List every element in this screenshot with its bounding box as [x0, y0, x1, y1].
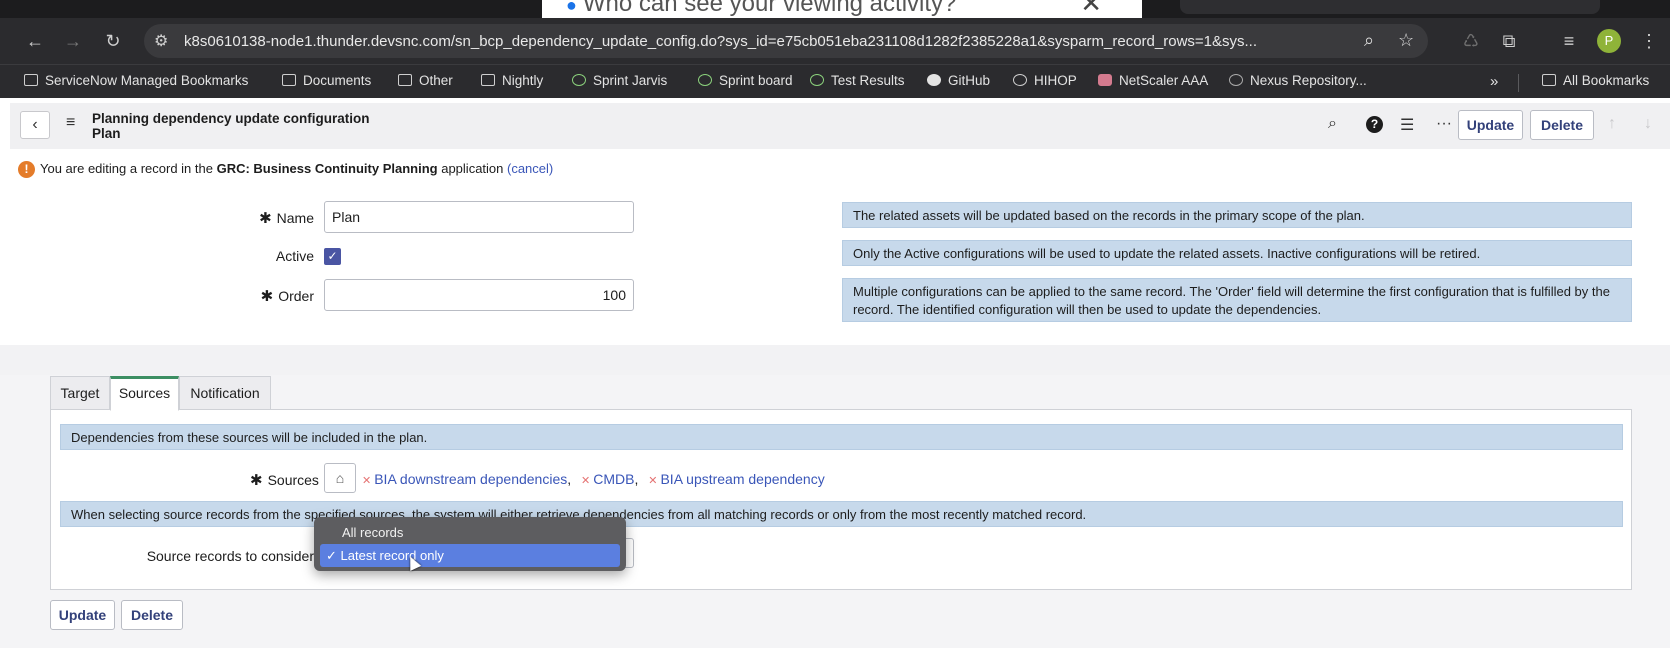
page-title: Planning dependency update configuration… — [92, 111, 370, 141]
more-vertical-icon[interactable]: ⋮ — [1636, 28, 1662, 54]
order-hint: Multiple configurations can be applied t… — [842, 278, 1632, 322]
reading-list-icon[interactable]: ≡ — [1556, 28, 1582, 54]
required-icon: ✱ — [259, 210, 272, 227]
lock-icon — [1098, 74, 1112, 86]
github-icon — [927, 74, 941, 86]
selection-info: When selecting source records from the s… — [60, 501, 1623, 527]
footer-delete-button[interactable]: Delete — [121, 600, 183, 630]
folder-icon — [398, 74, 412, 86]
bookmark-nightly[interactable]: Nightly — [481, 73, 543, 88]
site-settings-icon[interactable]: ⚙ — [154, 31, 168, 51]
lock-icon: ⌂ — [335, 470, 345, 486]
url-text[interactable]: k8s0610138-node1.thunder.devsnc.com/sn_b… — [184, 33, 1257, 50]
popup-text: Who can see your viewing activity? — [582, 0, 957, 17]
bookmark-managed[interactable]: ServiceNow Managed Bookmarks — [24, 73, 248, 88]
tab-target[interactable]: Target — [50, 376, 110, 410]
forward-arrow-icon[interactable]: → — [60, 28, 86, 54]
sources-label: ✱ Sources — [250, 472, 319, 489]
required-icon: ✱ — [250, 472, 263, 489]
privacy-icon: ● — [566, 0, 577, 15]
reload-icon[interactable]: ↻ — [100, 28, 126, 54]
context-menu-icon[interactable]: ≡ — [66, 114, 75, 132]
more-icon[interactable]: ··· — [1436, 115, 1452, 133]
profile-avatar[interactable]: P — [1597, 29, 1621, 53]
bookmarks-divider — [1518, 74, 1519, 92]
settings-sliders-icon[interactable]: ☰ — [1400, 115, 1414, 135]
globe-icon — [1013, 74, 1027, 86]
browser-toolbar: ← → ↻ ⚙ k8s0610138-node1.thunder.devsnc.… — [0, 18, 1670, 64]
source-chip[interactable]: BIA downstream dependencies — [374, 471, 567, 487]
checkmark-icon: ✓ — [327, 249, 338, 263]
name-label: ✱ Name — [259, 210, 314, 227]
attachment-icon[interactable]: ⌕ — [1328, 115, 1337, 133]
all-bookmarks[interactable]: All Bookmarks — [1542, 73, 1649, 88]
bookmark-github[interactable]: GitHub — [927, 73, 990, 88]
bookmark-netscaler[interactable]: NetScaler AAA — [1098, 73, 1208, 88]
bookmark-other[interactable]: Other — [398, 73, 453, 88]
remove-icon[interactable]: ✕ — [581, 475, 590, 487]
footer-update-button[interactable]: Update — [50, 600, 115, 630]
browser-tab[interactable] — [1180, 0, 1600, 14]
arrow-down-icon[interactable]: ↓ — [1644, 115, 1652, 133]
back-arrow-icon[interactable]: ← — [22, 28, 48, 54]
cancel-link[interactable]: (cancel) — [507, 161, 553, 176]
dropdown-option-selected[interactable]: ✓ Latest record only — [320, 544, 620, 567]
close-icon[interactable]: ✕ — [1080, 0, 1102, 19]
folder-icon — [481, 74, 495, 86]
bookmark-sprint-jarvis[interactable]: Sprint Jarvis — [572, 73, 667, 88]
consider-dropdown: All records ✓ Latest record only — [314, 517, 626, 571]
folder-icon — [1542, 74, 1556, 86]
bookmark-sprint-board[interactable]: Sprint board — [698, 73, 793, 88]
checkmark-icon: ✓ — [326, 548, 341, 563]
zoom-icon[interactable]: ⌕ — [1364, 30, 1374, 51]
form-header: ‹ ≡ Planning dependency update configura… — [10, 103, 1670, 149]
bookmark-test-results[interactable]: Test Results — [810, 73, 905, 88]
bookmarks-bar: ServiceNow Managed Bookmarks Documents O… — [0, 64, 1670, 98]
managed-folder-icon — [24, 74, 38, 86]
site-icon — [698, 74, 712, 86]
address-bar[interactable]: ⚙ k8s0610138-node1.thunder.devsnc.com/sn… — [144, 24, 1428, 58]
order-field[interactable]: 100 — [324, 279, 634, 311]
active-label: Active — [275, 248, 314, 264]
source-chip[interactable]: CMDB — [593, 471, 634, 487]
chevron-left-icon: ‹ — [32, 116, 38, 133]
header-update-button[interactable]: Update — [1458, 110, 1523, 140]
folder-icon — [282, 74, 296, 86]
sources-lock-button[interactable]: ⌂ — [324, 463, 356, 493]
tab-sources[interactable]: Sources — [110, 376, 179, 411]
bookmark-hihop[interactable]: HIHOP — [1013, 73, 1077, 88]
sources-info: Dependencies from these sources will be … — [60, 424, 1623, 450]
section-divider — [0, 345, 1670, 375]
tab-notification[interactable]: Notification — [179, 376, 271, 410]
bookmark-documents[interactable]: Documents — [282, 73, 371, 88]
name-field[interactable]: Plan — [324, 201, 634, 233]
help-icon[interactable]: ? — [1366, 116, 1383, 133]
active-checkbox[interactable]: ✓ — [324, 248, 341, 265]
bookmarks-overflow[interactable]: » — [1490, 73, 1498, 90]
active-hint: Only the Active configurations will be u… — [842, 240, 1632, 266]
site-icon — [572, 74, 586, 86]
header-delete-button[interactable]: Delete — [1530, 110, 1594, 140]
warning-icon: ! — [18, 161, 35, 178]
sources-list: ✕ BIA downstream dependencies, ✕ CMDB, ✕ BI… — [362, 471, 825, 487]
site-icon — [1229, 74, 1243, 86]
site-icon — [810, 74, 824, 86]
required-icon: ✱ — [260, 288, 274, 305]
source-chip[interactable]: BIA upstream dependency — [660, 471, 824, 487]
extension-icon[interactable]: ♺ — [1458, 28, 1484, 54]
remove-icon[interactable]: ✕ — [362, 475, 371, 487]
remove-icon[interactable]: ✕ — [648, 475, 657, 487]
scope-notice: ! You are editing a record in the GRC: Bu… — [18, 161, 553, 178]
puzzle-icon[interactable]: ⧉ — [1496, 28, 1522, 54]
back-button[interactable]: ‹ — [20, 111, 50, 139]
dropdown-option[interactable]: All records — [320, 521, 620, 544]
name-hint: The related assets will be updated based… — [842, 202, 1632, 228]
bookmark-star-icon[interactable]: ☆ — [1398, 30, 1414, 51]
arrow-up-icon[interactable]: ↑ — [1608, 115, 1616, 133]
consider-label: Source records to consider — [146, 548, 314, 564]
order-label: ✱ Order — [260, 288, 314, 305]
bookmark-nexus[interactable]: Nexus Repository... — [1229, 73, 1367, 88]
